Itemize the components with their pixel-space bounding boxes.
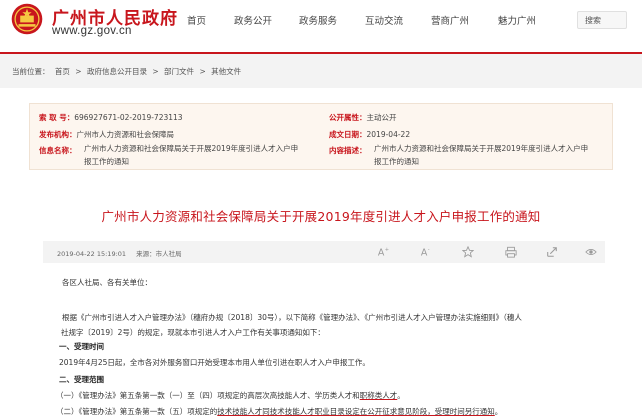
meta-issuer: 发布机构：广州市人力资源和社会保障局 (39, 129, 174, 140)
meta-issuer-value: 广州市人力资源和社会保障局 (76, 130, 175, 139)
document-metadata: 索 取 号：696927671-02-2019-723113 公开属性：主动公开… (29, 103, 613, 170)
view-icon[interactable] (584, 245, 598, 259)
breadcrumb-separator: > (152, 67, 159, 76)
meta-name-line-2: 报工作的通知 (84, 157, 129, 166)
share-icon[interactable] (545, 245, 559, 259)
breadcrumb-item-other-files[interactable]: 其他文件 (211, 67, 241, 76)
intro-line-2: 社规字〔2019〕2号）的规定，现就本市引进人才入户工作有关事项通知如下： (61, 328, 325, 337)
meta-desc-line-2: 报工作的通知 (374, 157, 419, 166)
scope-item-1-highlight: 职称类人才 (359, 391, 398, 400)
meta-desc-line-1: 广州市人力资源和社会保障局关于开展2019年度引进人才入户申 (374, 144, 589, 153)
nav-item-gov-services[interactable]: 政务服务 (299, 13, 337, 27)
meta-desc-label: 内容描述： (329, 146, 367, 155)
nav-item-charm[interactable]: 魅力广州 (498, 13, 536, 27)
search-button[interactable]: 搜索 (577, 11, 627, 29)
breadcrumb-item-catalog[interactable]: 政府信息公开目录 (87, 67, 147, 76)
source-value: 市人社局 (155, 250, 182, 258)
site-url: www.gz.gov.cn (52, 25, 132, 37)
site-header: 广州市人民政府 www.gz.gov.cn 首页 政务公开 政务服务 互动交流 … (0, 0, 642, 52)
document-title: 广州市人力资源和社会保障局关于开展2019年度引进人才入户申报工作的通知 (101, 209, 541, 224)
meta-name-value: 广州市人力资源和社会保障局关于开展2019年度引进人才入户申 报工作的通知 (84, 142, 320, 168)
svg-text:-: - (428, 247, 430, 253)
scope-item-2-end: 。 (494, 407, 503, 416)
breadcrumb-separator: > (199, 67, 206, 76)
font-smaller-icon[interactable]: A- (419, 245, 433, 259)
scope-item-1-text: （一）《管理办法》第五条第一款（一）至（四）项规定的高层次高技能人才、学历类人才… (56, 391, 360, 400)
meta-type-value: 主动公开 (366, 113, 397, 122)
section-heading-2: 二、受理范围 (59, 375, 104, 384)
document-toolbar: 2019-04-22 15:19:01 来源：市人社局 A + A- (43, 241, 605, 263)
print-icon[interactable] (504, 245, 518, 259)
section-heading-1: 一、受理时间 (59, 342, 104, 351)
scope-item-2-highlight: 技术技能人才同技术技能人才职业目录设定在公开征求意见阶段，受理时间另行通知 (217, 407, 495, 416)
svg-text:A: A (421, 247, 428, 258)
meta-date-label: 成文日期： (329, 130, 367, 139)
scope-item-1: （一）《管理办法》第五条第一款（一）至（四）项规定的高层次高技能人才、学历类人才… (56, 390, 405, 401)
salutation: 各区人社局、各有关单位： (62, 278, 152, 287)
publish-info: 2019-04-22 15:19:01 来源：市人社局 (57, 248, 182, 258)
section-1-body: 2019年4月25日起，全市各对外服务窗口开始受理本市用人单位引进在职人才入户申… (59, 358, 370, 367)
svg-text:+: + (385, 247, 389, 253)
national-emblem-icon[interactable] (10, 2, 44, 36)
nav-item-interaction[interactable]: 互动交流 (365, 13, 403, 27)
meta-name-label: 信息名称： (39, 146, 77, 155)
scope-item-1-end: 。 (397, 391, 405, 400)
source-label: 来源： (136, 250, 156, 258)
meta-index-value: 696927671-02-2019-723113 (74, 113, 183, 122)
meta-index-label: 索 取 号： (39, 113, 75, 122)
nav-item-gov-affairs[interactable]: 政务公开 (234, 13, 272, 27)
nav-item-home[interactable]: 首页 (187, 13, 206, 27)
meta-name-line-1: 广州市人力资源和社会保障局关于开展2019年度引进人才入户申 (84, 144, 299, 153)
scope-item-2: （二）《管理办法》第五条第一款（五）项规定的技术技能人才同技术技能人才职业目录设… (56, 406, 502, 417)
meta-index: 索 取 号：696927671-02-2019-723113 (39, 112, 183, 123)
meta-desc-value: 广州市人力资源和社会保障局关于开展2019年度引进人才入户申 报工作的通知 (374, 142, 610, 168)
breadcrumb: 当前位置： 首页 > 政府信息公开目录 > 部门文件 > 其他文件 (12, 66, 244, 77)
meta-issuer-label: 发布机构： (39, 130, 77, 139)
breadcrumb-separator: > (75, 67, 82, 76)
breadcrumb-prefix: 当前位置： (12, 67, 50, 76)
intro-line-1: 根据《广州市引进人才入户管理办法》（穗府办规〔2018〕30号），以下简称《管理… (62, 313, 522, 322)
meta-type: 公开属性：主动公开 (329, 112, 397, 123)
nav-item-business[interactable]: 营商广州 (431, 13, 469, 27)
meta-date-value: 2019-04-22 (366, 130, 411, 139)
publish-date: 2019-04-22 15:19:01 (57, 250, 127, 258)
meta-type-label: 公开属性： (329, 113, 367, 122)
star-icon[interactable] (461, 245, 475, 259)
breadcrumb-bar: 当前位置： 首页 > 政府信息公开目录 > 部门文件 > 其他文件 (0, 54, 642, 88)
breadcrumb-item-home[interactable]: 首页 (55, 67, 70, 76)
font-larger-icon[interactable]: A + (376, 245, 390, 259)
meta-date: 成文日期：2019-04-22 (329, 129, 410, 140)
scope-item-2-text: （二）《管理办法》第五条第一款（五）项规定的 (56, 407, 218, 416)
svg-text:A: A (378, 247, 385, 258)
breadcrumb-item-dept-files[interactable]: 部门文件 (164, 67, 194, 76)
